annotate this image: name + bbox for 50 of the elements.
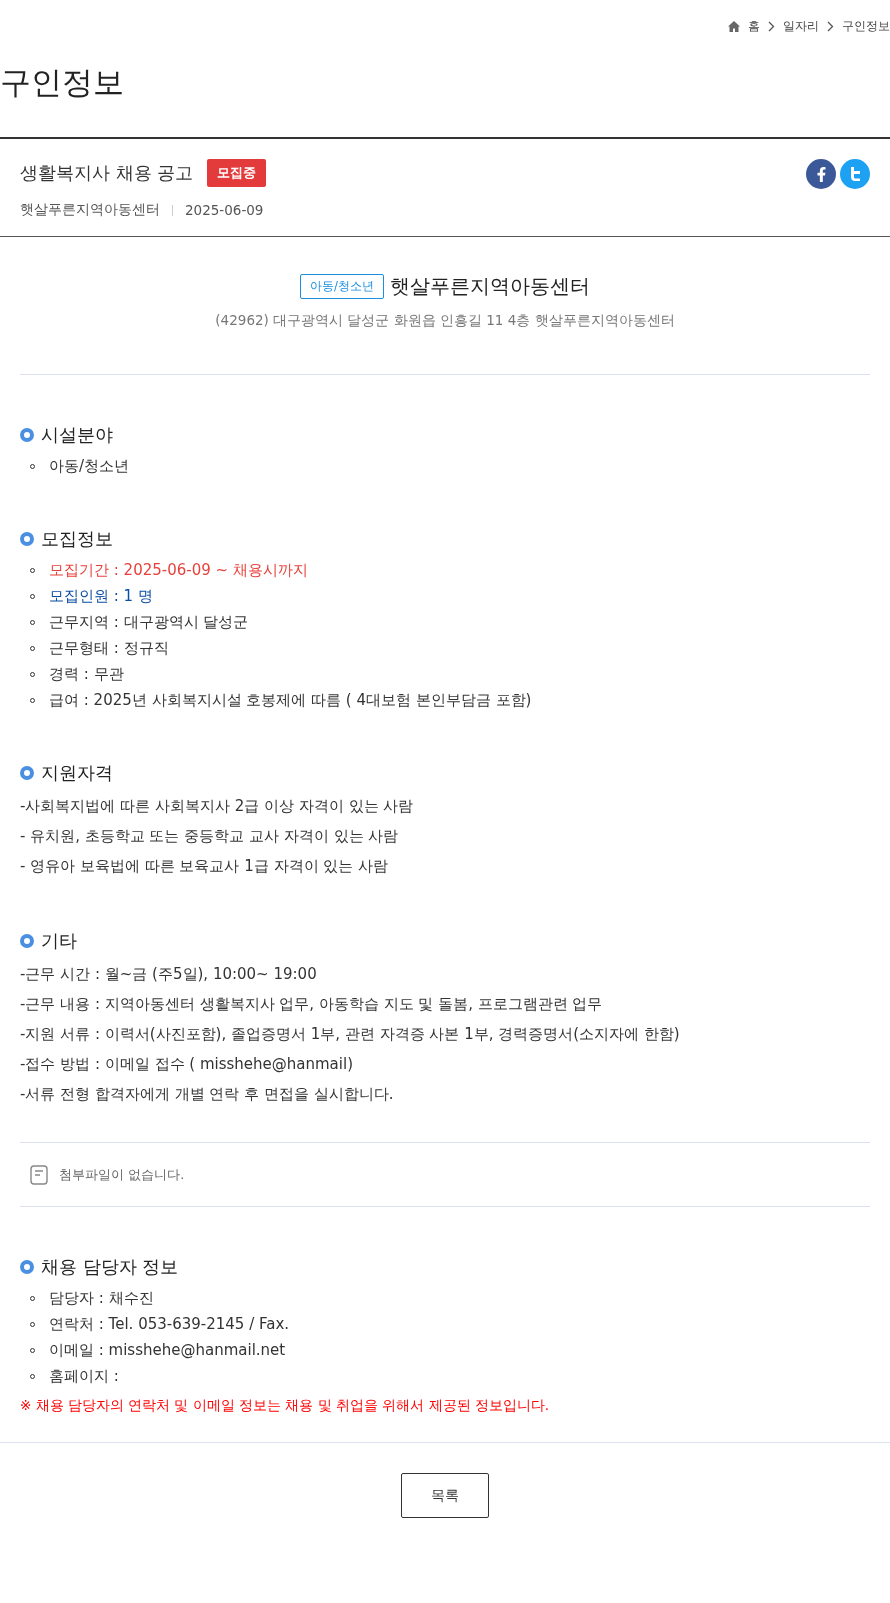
- breadcrumb-link[interactable]: 홈: [748, 18, 760, 35]
- list-button[interactable]: 목록: [401, 1473, 489, 1518]
- list-item: 담당자 : 채수진: [49, 1288, 154, 1308]
- home-icon[interactable]: [728, 21, 740, 32]
- chevron-right-icon: [827, 21, 834, 32]
- list-item: 이메일 : misshehe@hanmail.net: [49, 1340, 286, 1360]
- attachment-text: 첨부파일이 없습니다.: [59, 1165, 185, 1184]
- section-bullet-icon: [20, 766, 34, 780]
- page-title: 구인정보: [0, 63, 125, 102]
- section-heading: 모집정보: [41, 528, 113, 551]
- text-line: -접수 방법 : 이메일 접수 ( misshehe@hanmail): [20, 1053, 354, 1075]
- list-item: 근무형태 : 정규직: [49, 638, 169, 658]
- section-heading: 시설분야: [41, 424, 113, 447]
- section-heading: 지원자격: [41, 762, 113, 785]
- text-line: -사회복지법에 따른 사회복지사 2급 이상 자격이 있는 사람: [20, 795, 415, 817]
- document-icon: [30, 1164, 48, 1185]
- text-line: - 영유아 보육법에 따른 보육교사 1급 자격이 있는 사람: [20, 855, 390, 877]
- organization-title: 햇살푸른지역아동센터: [389, 273, 590, 300]
- section-bullet-icon: [20, 428, 34, 442]
- list-item: 홈페이지 :: [49, 1366, 119, 1386]
- notice-text: ※ 채용 담당자의 연락처 및 이메일 정보는 채용 및 취업을 위해서 제공된 정보입니다.: [20, 1397, 551, 1415]
- post-date: 2025-06-09: [185, 202, 264, 218]
- organization-name: 햇살푸른지역아동센터: [20, 201, 160, 219]
- address-text: (42962) 대구광역시 달성군 화원읍 인흥길 11 4층 햇살푸른지역아동센터: [214, 312, 676, 330]
- twitter-share-button[interactable]: [840, 159, 870, 189]
- list-item: 근무지역 : 대구광역시 달성군: [49, 612, 249, 632]
- section-bullet-icon: [20, 1260, 34, 1274]
- list-item: 급여 : 2025년 사회복지시설 호봉제에 따름 ( 4대보험 본인부담금 포함): [49, 690, 532, 710]
- twitter-t-icon: [848, 166, 862, 182]
- section-heading: 기타: [41, 930, 77, 953]
- section-bullet-icon: [20, 532, 34, 546]
- section-heading: 채용 담당자 정보: [41, 1256, 179, 1279]
- list-item: 연락처 : Tel. 053-639-2145 / Fax.: [49, 1314, 290, 1334]
- post-title: 생활복지사 채용 공고: [20, 161, 194, 185]
- list-item: 모집기간 : 2025-06-09 ~ 채용시까지: [49, 560, 308, 580]
- text-line: -근무 시간 : 월~금 (주5일), 10:00~ 19:00: [20, 963, 318, 985]
- text-line: - 유치원, 초등학교 또는 중등학교 교사 자격이 있는 사람: [20, 825, 400, 847]
- category-tag: 아동/청소년: [300, 274, 384, 299]
- text-line: -서류 전형 합격자에게 개별 연락 후 면접을 실시합니다.: [20, 1083, 395, 1105]
- status-badge: 모집중: [207, 159, 267, 187]
- list-item: 아동/청소년: [49, 456, 130, 476]
- facebook-share-button[interactable]: [806, 159, 836, 189]
- section-bullet-icon: [20, 934, 34, 948]
- text-line: -근무 내용 : 지역아동센터 생활복지사 업무, 아동학습 지도 및 돌봄, 프로그램관련 업무: [20, 993, 604, 1015]
- chevron-right-icon: [768, 21, 775, 32]
- list-item: 경력 : 무관: [49, 664, 124, 684]
- breadcrumb-link[interactable]: 구인정보: [842, 18, 890, 35]
- text-line: -지원 서류 : 이력서(사진포함), 졸업증명서 1부, 관련 자격증 사본 1부, 경력증명서(소지자에 한함): [20, 1023, 681, 1045]
- breadcrumb-link[interactable]: 일자리: [783, 18, 819, 35]
- list-item: 모집인원 : 1 명: [49, 586, 153, 606]
